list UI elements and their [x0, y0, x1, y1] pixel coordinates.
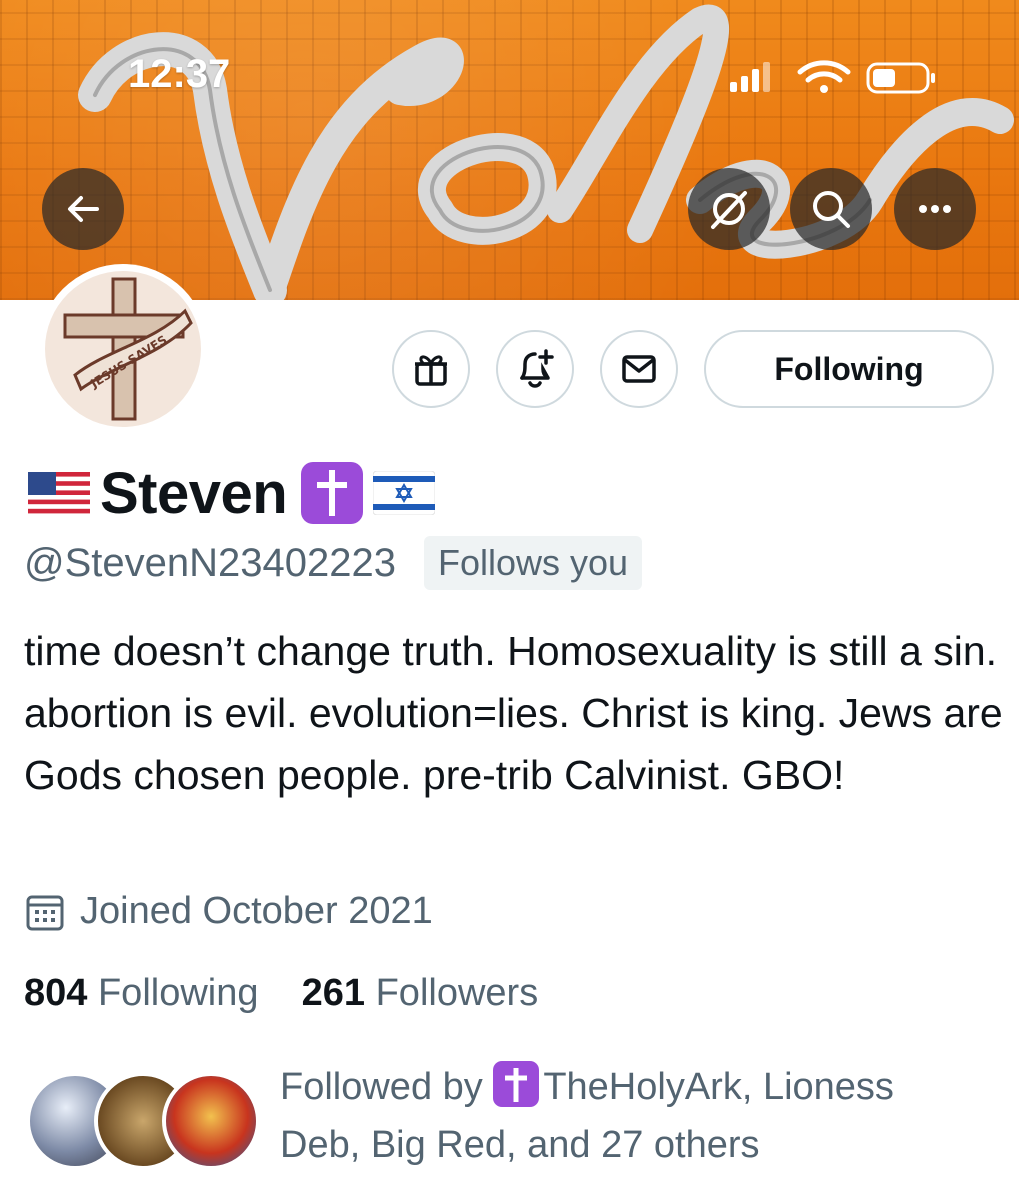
- notifications-button[interactable]: [496, 330, 574, 408]
- profile-avatar[interactable]: JESUS SAVES: [38, 264, 208, 434]
- following-stat[interactable]: 804 Following: [24, 972, 259, 1014]
- followers-stat[interactable]: 261 Followers: [302, 972, 539, 1014]
- latin-cross-icon: [493, 1061, 540, 1107]
- search-button[interactable]: [790, 168, 872, 250]
- gift-icon: [415, 355, 447, 386]
- grok-button[interactable]: [688, 168, 770, 250]
- israel-flag-icon: [373, 471, 436, 515]
- profile-bio: time doesn’t change truth. Homosexuality…: [24, 628, 1003, 798]
- followed-by-text[interactable]: Followed by TheHolyArk, Lioness Deb, Big…: [280, 1058, 980, 1174]
- following-button[interactable]: Following: [704, 330, 994, 408]
- slash-circle-icon: [711, 191, 747, 229]
- more-icon: [919, 205, 951, 213]
- follows-you-badge: Follows you: [424, 536, 643, 590]
- avatar-follower-3: [162, 1072, 260, 1170]
- followed-by-prefix: Followed by: [280, 1066, 483, 1108]
- back-button[interactable]: [42, 168, 124, 250]
- vols-script-art: [78, 4, 1014, 300]
- profile-name: Steven: [100, 460, 288, 526]
- latin-cross-icon: [301, 462, 364, 524]
- status-time: 12:37: [128, 52, 231, 96]
- follow-stats: 804 Following 261 Followers: [24, 972, 538, 1015]
- us-flag-icon: [28, 472, 90, 514]
- followers-count: 261: [301, 972, 366, 1014]
- following-count: 804: [24, 972, 88, 1014]
- bell-plus-icon: [520, 349, 554, 388]
- profile-handle: @StevenN23402223: [24, 540, 396, 585]
- joined-date: Joined October 2021: [24, 890, 433, 933]
- profile-name-row: Steven: [28, 458, 436, 528]
- status-icons: [730, 60, 935, 94]
- wifi-icon: [797, 60, 851, 93]
- battery-icon: [866, 62, 935, 94]
- profile-banner[interactable]: 12:37: [0, 0, 1019, 300]
- more-button[interactable]: [894, 168, 976, 250]
- search-icon: [813, 191, 850, 228]
- calendar-icon: [26, 895, 64, 930]
- cellular-signal-icon: [730, 62, 770, 92]
- following-label: Following: [97, 972, 259, 1014]
- arrow-left-icon: [68, 196, 99, 222]
- joined-text: Joined October 2021: [80, 890, 433, 932]
- message-button[interactable]: [600, 330, 678, 408]
- followers-you-know-avatars[interactable]: [26, 1072, 260, 1172]
- handle-row: @StevenN23402223 Follows you: [24, 536, 643, 590]
- cross-avatar-image: JESUS SAVES: [63, 277, 193, 421]
- followers-label: Followers: [375, 972, 539, 1014]
- gift-button[interactable]: [392, 330, 470, 408]
- envelope-icon: [622, 355, 656, 383]
